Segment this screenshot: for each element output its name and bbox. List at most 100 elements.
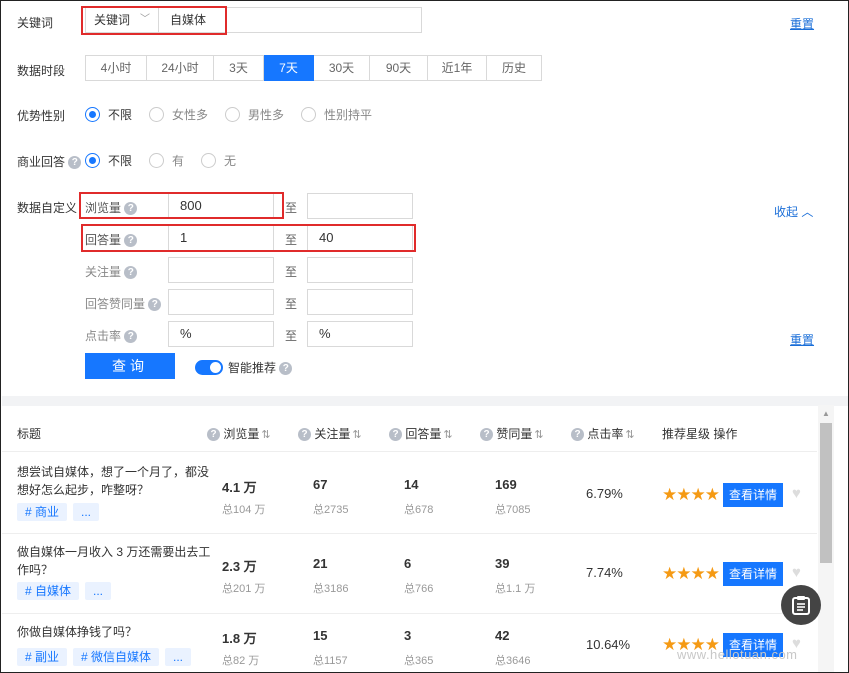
row-1-follows-total: 总2735 [313,504,349,516]
heart-icon[interactable]: ♥ [792,564,801,581]
row-2-title[interactable]: 做自媒体一月收入 3 万还需要出去工作吗？ [17,543,212,579]
row-2-tag-1[interactable]: # 自媒体 [17,582,80,600]
period-option-4h[interactable]: 4小时 [85,55,147,81]
row-3-likes-total: 总3646 [495,655,531,667]
help-icon[interactable]: ? [124,266,138,280]
period-option-7d[interactable]: 7天 [264,55,314,81]
commercial-radio-no[interactable]: 无 [201,152,236,169]
page-frame: 关键词 关键词 ﹀ 自媒体 重置 数据时段 4小时 24小时 3天 7天 30天… [0,0,849,673]
row-2-answers: 6 [404,556,412,571]
col-header-answers-text: 回答量 [405,427,442,441]
reset-button-custom[interactable]: 重置 [790,331,814,348]
row-2-likes: 39 [495,556,510,571]
row-1-likes: 169 [495,477,517,492]
views-max-input[interactable] [307,193,413,219]
row-1-title[interactable]: 想尝试自媒体，想了一个月了，都没想好怎么起步，咋整呀？ [17,463,212,499]
period-option-24h[interactable]: 24小时 [147,55,214,81]
smart-recommend-toggle[interactable] [195,360,223,375]
gender-radio-any[interactable]: 不限 [85,106,132,123]
sort-icon[interactable]: ⇅ [443,429,452,441]
col-header-views[interactable]: ? 浏览量 ⇅ [207,425,271,442]
col-header-title: 标题 [17,427,42,441]
commercial-radio-any-label: 不限 [108,154,133,168]
clipboard-icon [792,596,810,615]
row-2-likes-total: 总1.1 万 [495,583,536,595]
period-option-30d[interactable]: 30天 [314,55,370,81]
row-3-tag-2[interactable]: # 微信自媒体 [73,648,160,666]
table-scrollbar-thumb[interactable] [820,423,832,563]
row-1-answers: 14 [404,477,419,492]
range-to-label: 至 [285,265,298,279]
radio-dot [85,107,100,122]
ctr-min-input[interactable]: % [168,321,274,347]
period-option-3d[interactable]: 3天 [214,55,264,81]
col-header-views-text: 浏览量 [223,427,260,441]
range-to-label: 至 [285,201,298,215]
sort-icon[interactable]: ⇅ [534,429,543,441]
row-1-answers-total: 总678 [404,504,434,516]
row-1-tag-1[interactable]: # 商业 [17,503,68,521]
ctr-max-input[interactable]: % [307,321,413,347]
row-3-likes: 42 [495,628,510,643]
col-header-answers[interactable]: ? 回答量 ⇅ [389,425,453,442]
period-label: 数据时段 [17,64,66,78]
col-header-ctr[interactable]: ? 点击率 ⇅ [571,425,635,442]
row-3-tag-1[interactable]: # 副业 [17,648,68,666]
gender-radio-male[interactable]: 男性多 [225,106,284,123]
commercial-radio-any[interactable]: 不限 [85,152,132,169]
help-icon[interactable]: ? [68,156,82,170]
row-1-detail-button[interactable]: 查看详情 [723,483,783,507]
help-icon[interactable]: ? [148,298,162,312]
follows-min-input[interactable] [168,257,274,283]
range-label-follows: 关注量 ? [85,263,138,280]
likes-max-input[interactable] [307,289,413,315]
row-3-tag-more[interactable]: ... [165,648,192,666]
keyword-label: 关键词 [17,16,54,30]
row-1-tag-more[interactable]: ... [73,503,100,521]
gender-radio-female[interactable]: 女性多 [149,106,208,123]
period-option-history[interactable]: 历史 [487,55,542,81]
range-label-ctr-text: 点击率 [85,329,122,343]
row-2-detail-button[interactable]: 查看详情 [723,562,783,586]
sort-icon[interactable]: ⇅ [261,429,270,441]
row-divider [2,613,817,614]
help-icon[interactable]: ? [298,428,311,442]
gender-radio-male-label: 男性多 [248,108,285,122]
query-button[interactable]: 查询 [85,353,175,379]
row-1-likes-total: 总7085 [495,504,531,516]
reset-button-top[interactable]: 重置 [790,15,814,32]
highlight-box-keyword [81,6,227,35]
row-3-answers-total: 总365 [404,655,434,667]
clipboard-float-button[interactable] [781,585,821,625]
help-icon[interactable]: ? [279,362,293,376]
heart-icon[interactable]: ♥ [792,485,801,502]
col-header-likes[interactable]: ? 赞同量 ⇅ [480,425,544,442]
likes-min-input[interactable] [168,289,274,315]
gender-radio-equal[interactable]: 性别持平 [301,106,372,123]
follows-max-input[interactable] [307,257,413,283]
col-header-follows[interactable]: ? 关注量 ⇅ [298,425,362,442]
col-header-stars: 推荐星级 操作 [662,425,737,442]
help-icon[interactable]: ? [389,428,402,442]
row-2-views: 2.3 万 [222,559,257,574]
commercial-label: 商业回答 ? [17,153,82,170]
highlight-box-views [79,192,284,219]
custom-data-label: 数据自定义 [17,201,78,215]
row-2-tag-more[interactable]: ... [85,582,112,600]
sort-icon[interactable]: ⇅ [352,429,361,441]
period-option-90d[interactable]: 90天 [370,55,428,81]
row-2-answers-total: 总766 [404,583,434,595]
scroll-up-arrow-icon[interactable]: ▲ [822,409,830,418]
period-option-1y[interactable]: 近1年 [428,55,487,81]
help-icon[interactable]: ? [207,428,220,442]
help-icon[interactable]: ? [124,330,138,344]
row-3-title[interactable]: 你做自媒体挣钱了吗？ [17,623,212,641]
help-icon[interactable]: ? [480,428,493,442]
commercial-radio-yes[interactable]: 有 [149,152,184,169]
collapse-button[interactable]: 收起 ︿ [774,203,813,220]
help-icon[interactable]: ? [571,428,584,442]
col-header-likes-text: 赞同量 [496,427,533,441]
row-3-follows: 15 [313,628,328,643]
commercial-label-text: 商业回答 [17,155,66,169]
sort-icon[interactable]: ⇅ [625,429,634,441]
